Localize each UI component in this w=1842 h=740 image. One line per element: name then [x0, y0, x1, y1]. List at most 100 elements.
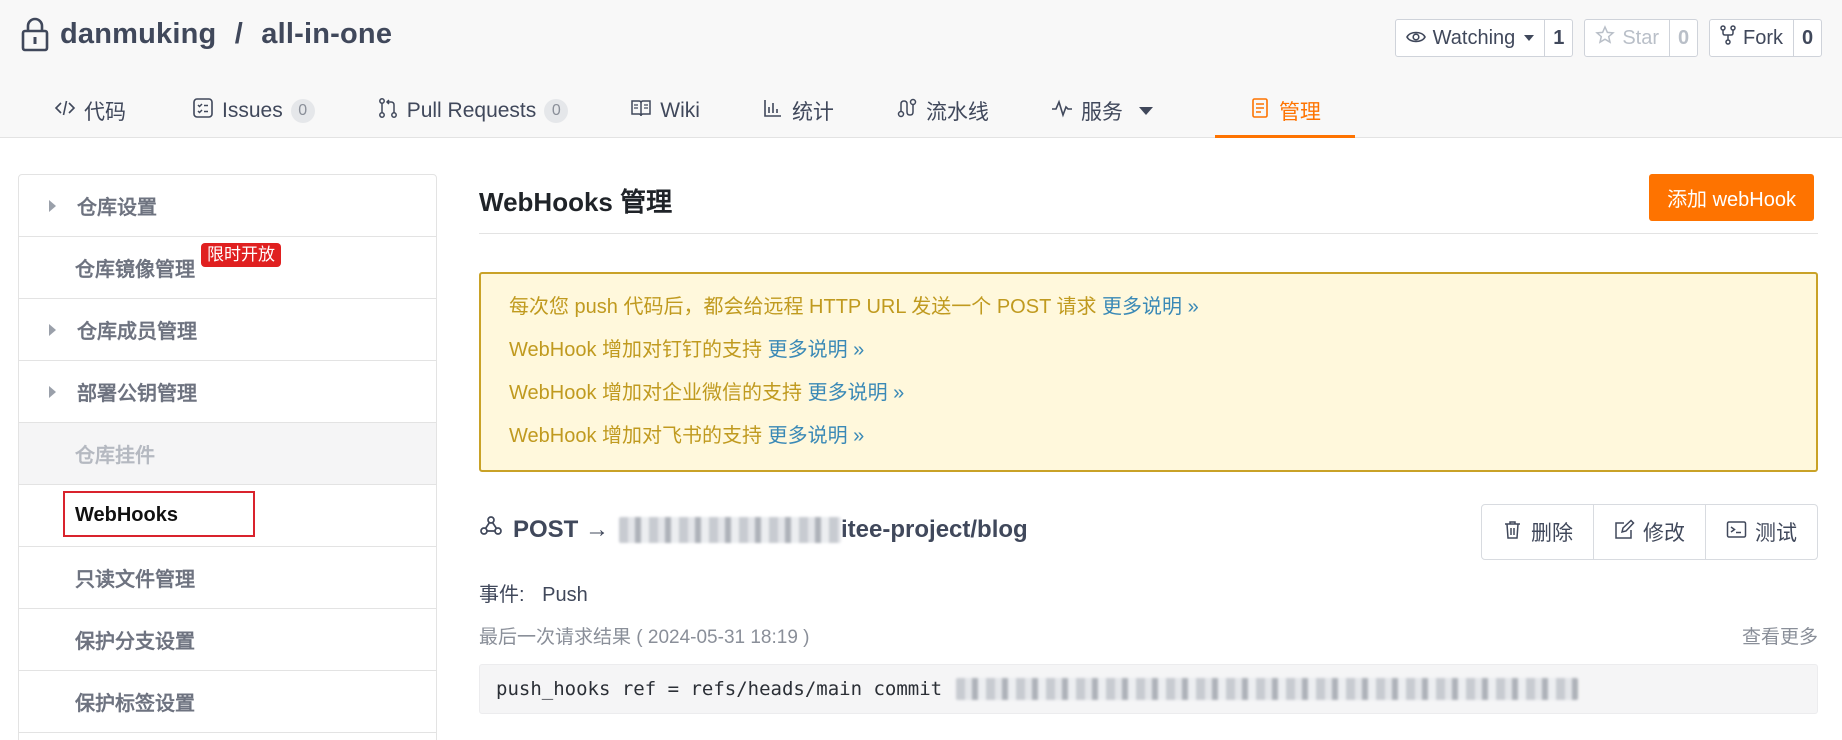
limited-time-badge: 限时开放 [201, 243, 281, 267]
watch-button[interactable]: Watching [1396, 20, 1546, 56]
tab-label: 流水线 [925, 101, 989, 124]
sidebar-item-label: 只读文件管理 [75, 569, 195, 591]
tab-code[interactable]: 代码 [40, 84, 140, 138]
pull-requests-count-badge: 0 [544, 99, 569, 123]
chevron-right-icon [49, 323, 56, 336]
issues-count-badge: 0 [290, 99, 315, 123]
sidebar-item-label: 保护标签设置 [75, 693, 195, 715]
more-info-link[interactable]: 更多说明 » [808, 382, 905, 404]
repo-tabs: 代码 Issues 0 Pull Requests 0 Wiki 统计 流水线 … [0, 84, 1355, 138]
more-info-link[interactable]: 更多说明 » [768, 425, 865, 447]
page-title: WebHooks 管理 [479, 187, 673, 217]
sidebar-item-mirror[interactable]: 仓库镜像管理 限时开放 [19, 237, 436, 299]
tab-pull-requests[interactable]: Pull Requests 0 [363, 84, 583, 138]
fork-button[interactable]: Fork [1710, 20, 1794, 56]
notice-text: WebHook 增加对飞书的支持 [509, 425, 768, 447]
webhook-actions: 删除 修改 测试 [1481, 504, 1818, 560]
webhooks-panel: WebHooks 管理 添加 webHook 每次您 push 代码后，都会给远… [479, 174, 1818, 714]
star-button[interactable]: Star [1585, 20, 1670, 56]
wiki-icon [630, 97, 652, 125]
eye-icon [1405, 27, 1426, 50]
edit-label: 修改 [1643, 522, 1685, 545]
test-webhook-button[interactable]: 测试 [1706, 505, 1817, 559]
watch-count[interactable]: 1 [1545, 20, 1572, 56]
webhook-item-header: POST → itee-project/blog 删除 修改 测试 [479, 504, 1818, 560]
webhook-icon [479, 514, 503, 545]
chevron-down-icon [1524, 35, 1535, 41]
webhook-event: 事件: Push [479, 578, 588, 607]
edit-icon [1614, 518, 1635, 546]
tab-manage[interactable]: 管理 [1214, 84, 1355, 138]
sidebar-item-protected-tags[interactable]: 保护标签设置 [19, 671, 436, 733]
code-icon [54, 97, 76, 125]
see-more-link[interactable]: 查看更多 [1742, 622, 1818, 649]
log-text: push_hooks ref = refs/heads/main commit [496, 678, 943, 700]
star-label: Star [1622, 26, 1659, 49]
tab-label: 服务 [1080, 101, 1123, 124]
tab-pipeline[interactable]: 流水线 [882, 84, 1003, 138]
sidebar-item-deploy-keys[interactable]: 部署公钥管理 [19, 361, 436, 423]
fork-label: Fork [1743, 26, 1783, 49]
notice-line: WebHook 增加对飞书的支持 更多说明 » [509, 421, 1788, 464]
fork-icon [1720, 25, 1736, 51]
last-request-result: 最后一次请求结果 ( 2024-05-31 18:19 ) [479, 627, 810, 648]
sidebar-item-repo-settings[interactable]: 仓库设置 [19, 175, 436, 237]
tab-label: 代码 [84, 101, 126, 124]
star-count[interactable]: 0 [1670, 20, 1697, 56]
chart-icon [762, 97, 784, 125]
notice-line: WebHook 增加对企业微信的支持 更多说明 » [509, 378, 1788, 421]
notice-line: WebHook 增加对钉钉的支持 更多说明 » [509, 335, 1788, 378]
test-label: 测试 [1755, 522, 1797, 545]
repo-actions: Watching 1 Star 0 Fork 0 [1394, 19, 1822, 57]
repo-title: danmuking / all-in-one [20, 16, 392, 52]
tab-label: 管理 [1278, 101, 1321, 124]
sidebar-item-label: WebHooks [75, 504, 178, 526]
webhook-url: POST → itee-project/blog [479, 514, 1028, 545]
request-log: push_hooks ref = refs/heads/main commit [479, 664, 1818, 714]
star-icon [1595, 25, 1616, 51]
tab-label: Pull Requests [406, 99, 537, 122]
sidebar-item-webhooks[interactable]: WebHooks [19, 485, 436, 547]
edit-webhook-button[interactable]: 修改 [1594, 505, 1706, 559]
event-value: Push [542, 584, 588, 606]
tab-label: Issues [222, 99, 283, 122]
notice-line: 每次您 push 代码后，都会给远程 HTTP URL 发送一个 POST 请求… [509, 292, 1788, 335]
repo-owner-link[interactable]: danmuking [60, 18, 216, 51]
tab-services[interactable]: 服务 [1037, 84, 1167, 138]
event-label: 事件: [479, 584, 525, 606]
sidebar-item-label: 仓库成员管理 [77, 321, 197, 343]
pulse-icon [1051, 97, 1073, 125]
sidebar-item-more [19, 733, 436, 740]
delete-webhook-button[interactable]: 删除 [1482, 505, 1594, 559]
tab-issues[interactable]: Issues 0 [178, 84, 329, 138]
sidebar-item-readonly-files[interactable]: 只读文件管理 [19, 547, 436, 609]
tab-label: 统计 [791, 101, 834, 124]
tab-stats[interactable]: 统计 [748, 84, 848, 138]
watch-label: Watching [1432, 26, 1516, 49]
redacted-url [619, 516, 842, 543]
webhook-url-suffix[interactable]: itee-project/blog [841, 516, 1028, 544]
lock-icon [20, 16, 50, 52]
pull-request-icon [377, 97, 399, 125]
sidebar-item-protected-branches[interactable]: 保护分支设置 [19, 609, 436, 671]
more-info-link[interactable]: 更多说明 » [1102, 296, 1199, 318]
webhook-notice-box: 每次您 push 代码后，都会给远程 HTTP URL 发送一个 POST 请求… [479, 272, 1818, 472]
fork-button-group: Fork 0 [1709, 19, 1822, 57]
chevron-right-icon [49, 199, 56, 212]
more-info-link[interactable]: 更多说明 » [768, 339, 865, 361]
terminal-icon [1726, 519, 1747, 546]
delete-label: 删除 [1531, 522, 1573, 545]
tab-label: Wiki [660, 99, 700, 122]
sidebar-item-label: 保护分支设置 [75, 631, 195, 653]
repo-name-link[interactable]: all-in-one [261, 18, 392, 51]
chevron-down-icon [1138, 107, 1153, 115]
add-webhook-button[interactable]: 添加 webHook [1649, 174, 1814, 221]
sidebar-group-widgets: 仓库挂件 [19, 423, 436, 485]
repo-header: danmuking / all-in-one Watching 1 Star 0 [0, 0, 1842, 138]
tab-wiki[interactable]: Wiki [616, 84, 714, 138]
sidebar-item-members[interactable]: 仓库成员管理 [19, 299, 436, 361]
manage-icon [1249, 97, 1271, 125]
webhook-method: POST → [513, 515, 610, 543]
redacted-commit [956, 678, 1579, 700]
fork-count[interactable]: 0 [1794, 20, 1821, 56]
